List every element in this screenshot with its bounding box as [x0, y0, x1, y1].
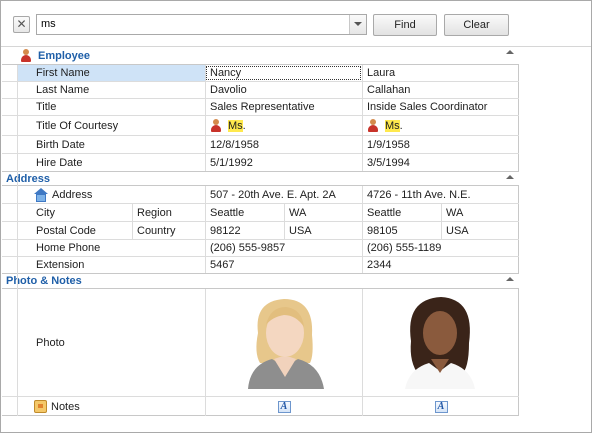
notes-label: Notes	[51, 400, 80, 413]
dropdown-arrow-icon[interactable]	[349, 15, 366, 34]
record-cell[interactable]: Callahan	[362, 82, 519, 98]
category-title: Employee	[38, 49, 90, 62]
record-cell[interactable]: 5/1/1992	[205, 154, 362, 171]
memo-edit-icon[interactable]: A	[277, 400, 291, 413]
record-cell[interactable]: 12/8/1958	[205, 136, 362, 153]
vertical-grid-window: ✕ ms Find Clear Employee First Name Nanc…	[0, 0, 592, 433]
record-cell[interactable]	[205, 289, 362, 396]
record-cell[interactable]: WA	[284, 204, 362, 221]
category-row-address[interactable]: Address	[2, 172, 519, 186]
table-row[interactable]: Title Sales Representative Inside Sales …	[2, 99, 519, 116]
row-label[interactable]: First Name	[17, 65, 205, 81]
record-cell[interactable]	[362, 289, 519, 396]
row-label[interactable]: Last Name	[17, 82, 205, 98]
table-row[interactable]: Hire Date 5/1/1992 3/5/1994	[2, 154, 519, 172]
category-title: Photo & Notes	[6, 275, 82, 287]
courtesy-icon	[210, 119, 222, 132]
record-cell[interactable]: (206) 555-1189	[362, 240, 519, 256]
row-label[interactable]: Photo	[17, 289, 205, 396]
collapse-icon[interactable]	[506, 175, 514, 179]
record-cell[interactable]: 5467	[205, 257, 362, 273]
table-row[interactable]: Photo	[2, 289, 519, 397]
row-label[interactable]: Birth Date	[17, 136, 205, 153]
category-row-employee[interactable]: Employee	[2, 47, 519, 65]
row-label[interactable]: Address	[17, 186, 205, 203]
record-cell[interactable]: Davolio	[205, 82, 362, 98]
record-cell[interactable]: WA	[441, 204, 519, 221]
find-panel: ✕ ms Find Clear	[1, 1, 591, 47]
record-cell[interactable]: Seattle	[205, 204, 284, 221]
record-cell[interactable]: Inside Sales Coordinator	[362, 99, 519, 115]
record-cell[interactable]: (206) 555-9857	[205, 240, 362, 256]
vertical-grid: Employee First Name Nancy Laura Last Nam…	[2, 47, 519, 416]
close-find-panel-button[interactable]: ✕	[13, 16, 30, 33]
row-label[interactable]: City	[17, 204, 132, 221]
address-icon	[34, 187, 48, 202]
table-row[interactable]: Last Name Davolio Callahan	[2, 82, 519, 99]
row-label[interactable]: Title Of Courtesy	[17, 116, 205, 135]
employee-photo	[395, 293, 485, 389]
record-cell[interactable]: Seattle	[362, 204, 441, 221]
courtesy-icon	[367, 119, 379, 132]
row-label[interactable]: Home Phone	[17, 240, 205, 256]
record-cell[interactable]: 98122	[205, 222, 284, 239]
record-cell[interactable]: Nancy	[205, 65, 362, 81]
record-cell[interactable]: A	[362, 397, 519, 416]
collapse-icon[interactable]	[506, 277, 514, 281]
record-cell[interactable]: A	[205, 397, 362, 416]
category-title: Address	[6, 172, 51, 185]
row-label[interactable]: Country	[132, 222, 205, 239]
search-highlight: Ms	[228, 119, 243, 132]
row-label[interactable]: Postal Code	[17, 222, 132, 239]
category-header-employee: Employee	[16, 47, 90, 64]
category-row-photo-notes[interactable]: Photo & Notes	[2, 274, 519, 289]
table-row[interactable]: Notes A A	[2, 397, 519, 416]
employee-photo	[240, 293, 330, 389]
record-cell[interactable]: Laura	[362, 65, 519, 81]
record-cell[interactable]: USA	[441, 222, 519, 239]
record-cell[interactable]: USA	[284, 222, 362, 239]
memo-edit-icon[interactable]: A	[434, 400, 448, 413]
table-row[interactable]: Address 507 - 20th Ave. E. Apt. 2A 4726 …	[2, 186, 519, 204]
table-row[interactable]: Birth Date 12/8/1958 1/9/1958	[2, 136, 519, 154]
record-cell[interactable]: Ms.	[205, 116, 362, 135]
row-label[interactable]: Notes	[17, 397, 205, 416]
record-cell[interactable]: Sales Representative	[205, 99, 362, 115]
search-highlight: Ms	[385, 119, 400, 132]
clear-button[interactable]: Clear	[444, 14, 509, 36]
record-cell[interactable]: 1/9/1958	[362, 136, 519, 153]
table-row[interactable]: Extension 5467 2344	[2, 257, 519, 274]
notes-icon	[34, 400, 47, 413]
row-label[interactable]: Region	[132, 204, 205, 221]
table-row[interactable]: Postal Code Country 98122 USA 98105 USA	[2, 222, 519, 240]
table-row[interactable]: First Name Nancy Laura	[2, 65, 519, 82]
table-row[interactable]: Home Phone (206) 555-9857 (206) 555-1189	[2, 240, 519, 257]
table-row[interactable]: City Region Seattle WA Seattle WA	[2, 204, 519, 222]
search-input[interactable]: ms	[36, 14, 367, 35]
record-cell[interactable]: 2344	[362, 257, 519, 273]
row-label[interactable]: Extension	[17, 257, 205, 273]
record-cell[interactable]: 4726 - 11th Ave. N.E.	[362, 186, 519, 203]
search-input-text[interactable]: ms	[41, 18, 56, 30]
address-label: Address	[52, 188, 93, 201]
courtesy-suffix: .	[242, 119, 246, 132]
record-cell[interactable]: Ms.	[362, 116, 519, 135]
record-cell[interactable]: 3/5/1994	[362, 154, 519, 171]
row-label[interactable]: Hire Date	[17, 154, 205, 171]
find-button[interactable]: Find	[373, 14, 437, 36]
table-row[interactable]: Title Of Courtesy Ms. Ms.	[2, 116, 519, 136]
row-header-gutter	[17, 65, 18, 416]
collapse-icon[interactable]	[506, 50, 514, 54]
record-cell[interactable]: 98105	[362, 222, 441, 239]
courtesy-suffix: .	[399, 119, 403, 132]
close-icon: ✕	[16, 17, 27, 31]
row-label[interactable]: Title	[17, 99, 205, 115]
employee-icon	[20, 49, 32, 62]
record-cell[interactable]: 507 - 20th Ave. E. Apt. 2A	[205, 186, 362, 203]
